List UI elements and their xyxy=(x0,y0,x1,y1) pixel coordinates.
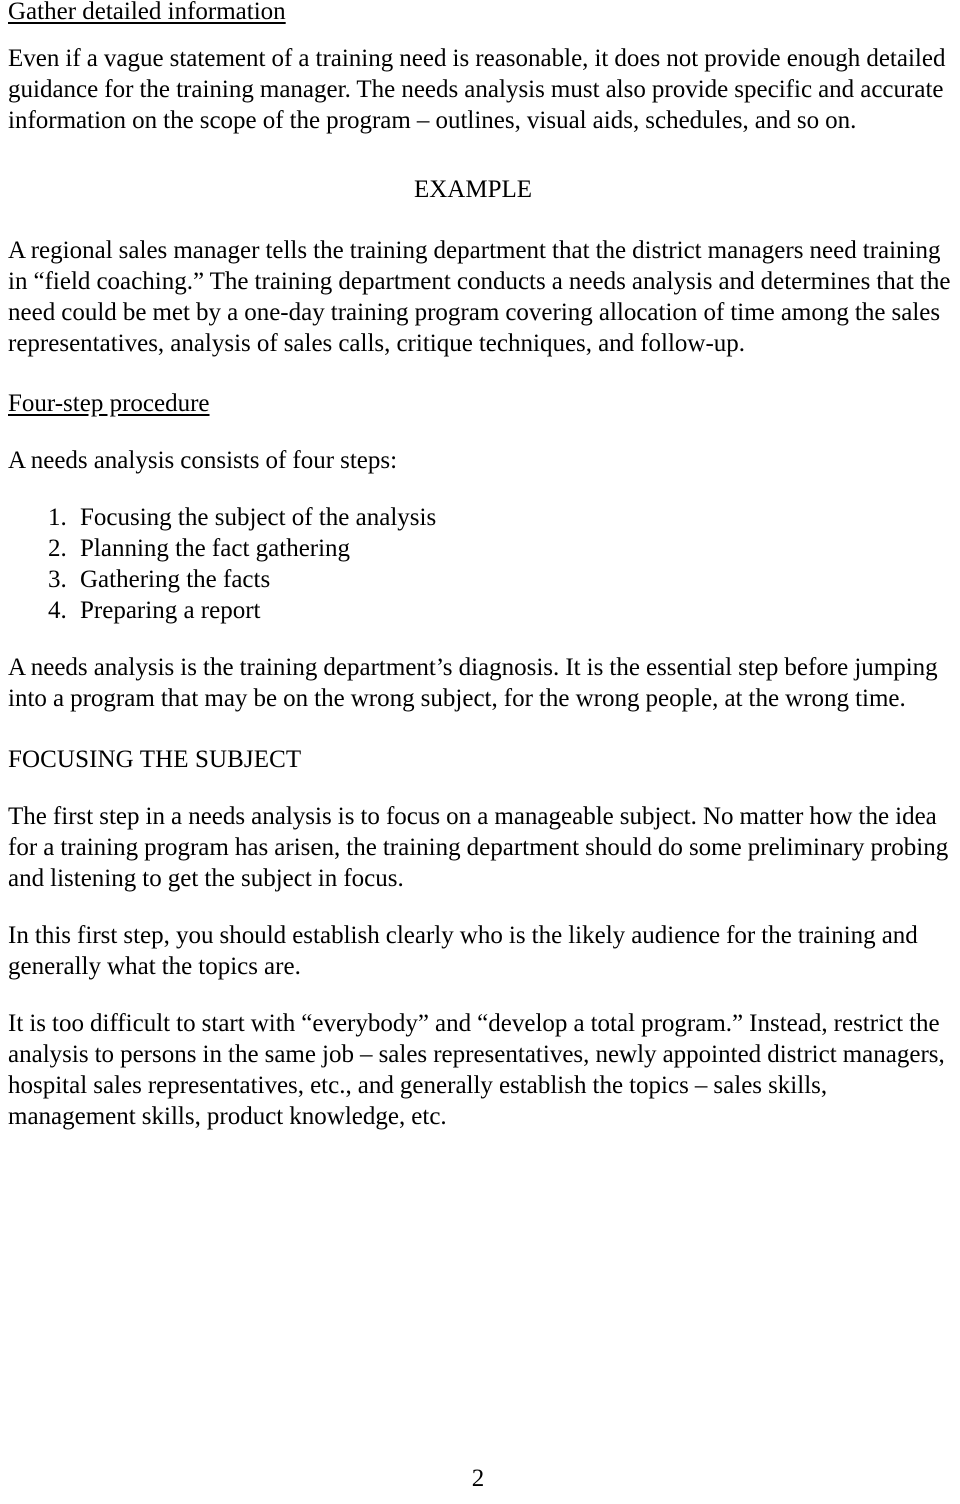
list-item: 2. Planning the fact gathering xyxy=(8,533,952,564)
list-item-label: Preparing a report xyxy=(80,597,261,624)
list-item: 4. Preparing a report xyxy=(8,595,952,626)
paragraph-four-steps-intro: A needs analysis consists of four steps: xyxy=(8,447,398,474)
list-item-number: 4. xyxy=(48,597,67,624)
list-item-label: Focusing the subject of the analysis xyxy=(80,504,437,531)
paragraph-focusing-3: It is too difficult to start with “every… xyxy=(8,1010,945,1130)
document-page: Gather detailed information Even if a va… xyxy=(0,0,960,1501)
section-heading-four-step-procedure: Four-step procedure xyxy=(8,390,210,417)
paragraph-example: A regional sales manager tells the train… xyxy=(8,237,951,357)
list-item-number: 3. xyxy=(48,566,67,593)
page-number: 2 xyxy=(471,1465,485,1492)
section-heading-focusing-the-subject: FOCUSING THE SUBJECT xyxy=(8,746,302,773)
page-content: Gather detailed information Even if a va… xyxy=(8,0,952,1132)
list-item: 3. Gathering the facts xyxy=(8,564,952,595)
list-item: 1. Focusing the subject of the analysis xyxy=(8,502,952,533)
section-heading-gather-detailed-information: Gather detailed information xyxy=(8,0,286,25)
list-item-number: 2. xyxy=(48,535,67,562)
paragraph-gather-detailed-information: Even if a vague statement of a training … xyxy=(8,45,946,134)
four-step-list: 1. Focusing the subject of the analysis … xyxy=(8,502,952,626)
paragraph-focusing-2: In this first step, you should establish… xyxy=(8,922,918,980)
list-item-label: Gathering the facts xyxy=(80,566,271,593)
paragraph-focusing-1: The first step in a needs analysis is to… xyxy=(8,803,949,892)
paragraph-four-steps-closing: A needs analysis is the training departm… xyxy=(8,654,938,712)
list-item-number: 1. xyxy=(48,504,67,531)
example-label: EXAMPLE xyxy=(413,176,533,203)
list-item-label: Planning the fact gathering xyxy=(80,535,351,562)
section-gather-detailed-information: Gather detailed information xyxy=(8,0,952,27)
